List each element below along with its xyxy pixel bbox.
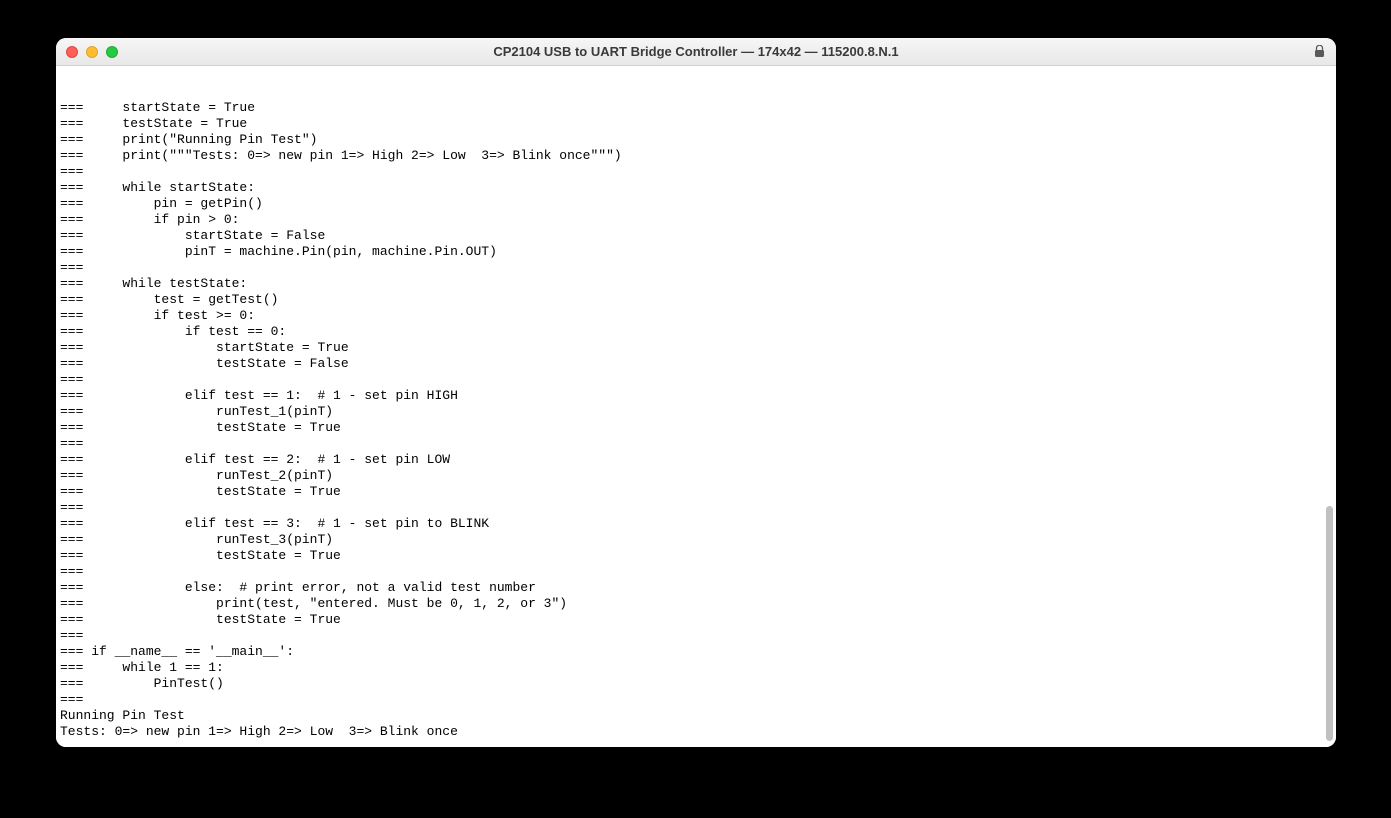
terminal-line: === print(test, "entered. Must be 0, 1, … (60, 596, 1332, 612)
terminal-line: === (60, 564, 1332, 580)
zoom-button[interactable] (106, 46, 118, 58)
lock-icon (1312, 45, 1326, 59)
terminal-line: === elif test == 1: # 1 - set pin HIGH (60, 388, 1332, 404)
terminal-line: Running Pin Test (60, 708, 1332, 724)
terminal-line: === if __name__ == '__main__': (60, 644, 1332, 660)
terminal-line: === testState = True (60, 548, 1332, 564)
terminal-line: === else: # print error, not a valid tes… (60, 580, 1332, 596)
terminal-line: === pinT = machine.Pin(pin, machine.Pin.… (60, 244, 1332, 260)
terminal-line: === while startState: (60, 180, 1332, 196)
terminal-line: === testState = True (60, 420, 1332, 436)
terminal-line: === (60, 436, 1332, 452)
terminal-window: CP2104 USB to UART Bridge Controller — 1… (56, 38, 1336, 747)
terminal-line: === if pin > 0: (60, 212, 1332, 228)
terminal-line: === testState = True (60, 612, 1332, 628)
terminal-line: Tests: 0=> new pin 1=> High 2=> Low 3=> … (60, 724, 1332, 740)
close-button[interactable] (66, 46, 78, 58)
terminal-line: === (60, 164, 1332, 180)
terminal-line: === while testState: (60, 276, 1332, 292)
terminal-line: === if test >= 0: (60, 308, 1332, 324)
minimize-button[interactable] (86, 46, 98, 58)
terminal-line: === (60, 500, 1332, 516)
terminal-line: === startState = True (60, 340, 1332, 356)
terminal-line: === (60, 260, 1332, 276)
terminal-line: === runTest_1(pinT) (60, 404, 1332, 420)
terminal-line: === testState = True (60, 484, 1332, 500)
terminal-line: === testState = False (60, 356, 1332, 372)
window-title: CP2104 USB to UART Bridge Controller — 1… (56, 44, 1336, 59)
terminal-line: === print("""Tests: 0=> new pin 1=> High… (60, 148, 1332, 164)
terminal-line: === while 1 == 1: (60, 660, 1332, 676)
terminal-line: === test = getTest() (60, 292, 1332, 308)
terminal-line: === print("Running Pin Test") (60, 132, 1332, 148)
traffic-lights (66, 46, 118, 58)
terminal-line: === (60, 692, 1332, 708)
terminal-line: === runTest_2(pinT) (60, 468, 1332, 484)
terminal-line: === runTest_3(pinT) (60, 532, 1332, 548)
titlebar[interactable]: CP2104 USB to UART Bridge Controller — 1… (56, 38, 1336, 66)
scrollbar-thumb[interactable] (1326, 506, 1333, 741)
terminal-line: === elif test == 3: # 1 - set pin to BLI… (60, 516, 1332, 532)
terminal-body[interactable]: === startState = True=== testState = Tru… (56, 66, 1336, 747)
terminal-line: === startState = True (60, 100, 1332, 116)
terminal-line: === (60, 372, 1332, 388)
scrollbar-track[interactable] (1321, 66, 1335, 747)
terminal-line: === PinTest() (60, 676, 1332, 692)
terminal-line: === testState = True (60, 116, 1332, 132)
terminal-line: === startState = False (60, 228, 1332, 244)
terminal-line: === pin = getPin() (60, 196, 1332, 212)
terminal-line: === (60, 628, 1332, 644)
terminal-line: === elif test == 2: # 1 - set pin LOW (60, 452, 1332, 468)
terminal-line: === if test == 0: (60, 324, 1332, 340)
